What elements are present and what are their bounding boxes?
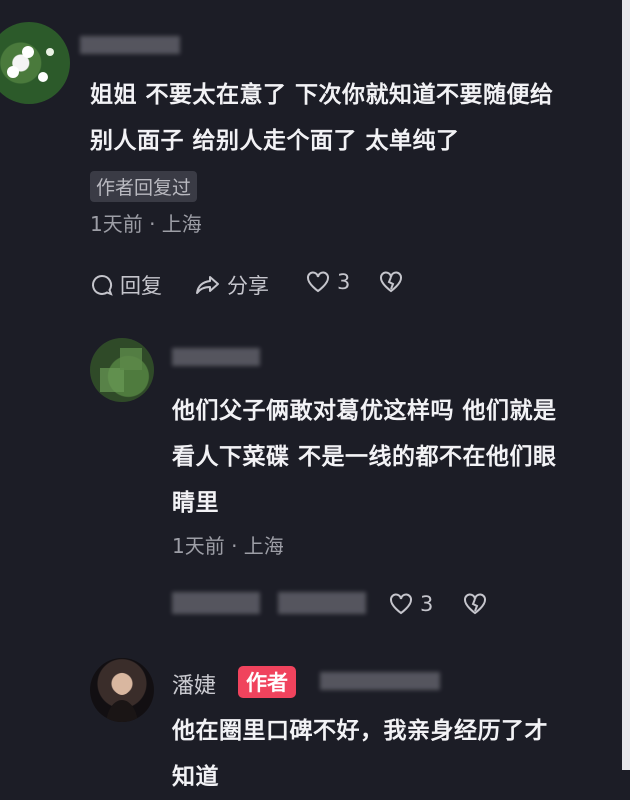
flower-avatar-image <box>7 46 54 82</box>
author-badge: 作者 <box>238 666 296 698</box>
heart-icon <box>390 593 412 615</box>
reply-label: 回复 <box>120 274 162 298</box>
comment-meta: 1天前 · 上海 <box>90 212 202 236</box>
avatar[interactable] <box>90 658 154 722</box>
comment-text: 他们父子俩敢对葛优这样吗 他们就是 看人下菜碟 不是一线的都不在他们眼 睛里 <box>172 398 557 516</box>
like-button[interactable]: 3 <box>305 270 350 294</box>
avatar[interactable] <box>0 22 70 104</box>
reply-button[interactable]: 回复 <box>90 270 162 300</box>
share-button[interactable]: 分享 <box>195 270 269 300</box>
avatar[interactable] <box>90 338 154 402</box>
author-replied-badge: 作者回复过 <box>90 171 198 202</box>
scrollbar-track <box>622 0 630 770</box>
like-button[interactable]: 3 <box>388 592 433 616</box>
heart-icon <box>307 271 329 293</box>
share-button-blurred[interactable] <box>278 592 366 614</box>
broken-heart-icon <box>380 271 402 293</box>
broken-heart-icon <box>464 593 486 615</box>
share-label: 分享 <box>227 274 269 298</box>
portrait-avatar-image <box>106 673 138 722</box>
username-blurred <box>172 348 260 366</box>
like-count: 3 <box>337 270 351 294</box>
reply-button-blurred[interactable] <box>172 592 260 614</box>
username[interactable]: 潘婕 <box>172 668 216 700</box>
comment-text: 姐姐 不要太在意了 下次你就知道不要随便给 别人面子 给别人走个面了 太单纯了 <box>90 82 554 154</box>
share-icon <box>196 276 219 294</box>
comment-meta: 1天前 · 上海 <box>172 534 284 558</box>
reply-icon <box>92 274 113 296</box>
comment-text: 他在圈里口碑不好，我亲身经历了才 知道 <box>172 718 548 790</box>
dislike-button[interactable] <box>462 592 488 616</box>
like-count: 3 <box>420 592 434 616</box>
plant-avatar-image <box>100 348 142 392</box>
dislike-button[interactable] <box>378 270 404 294</box>
username-blurred <box>80 36 180 54</box>
blurred-text <box>320 672 440 690</box>
